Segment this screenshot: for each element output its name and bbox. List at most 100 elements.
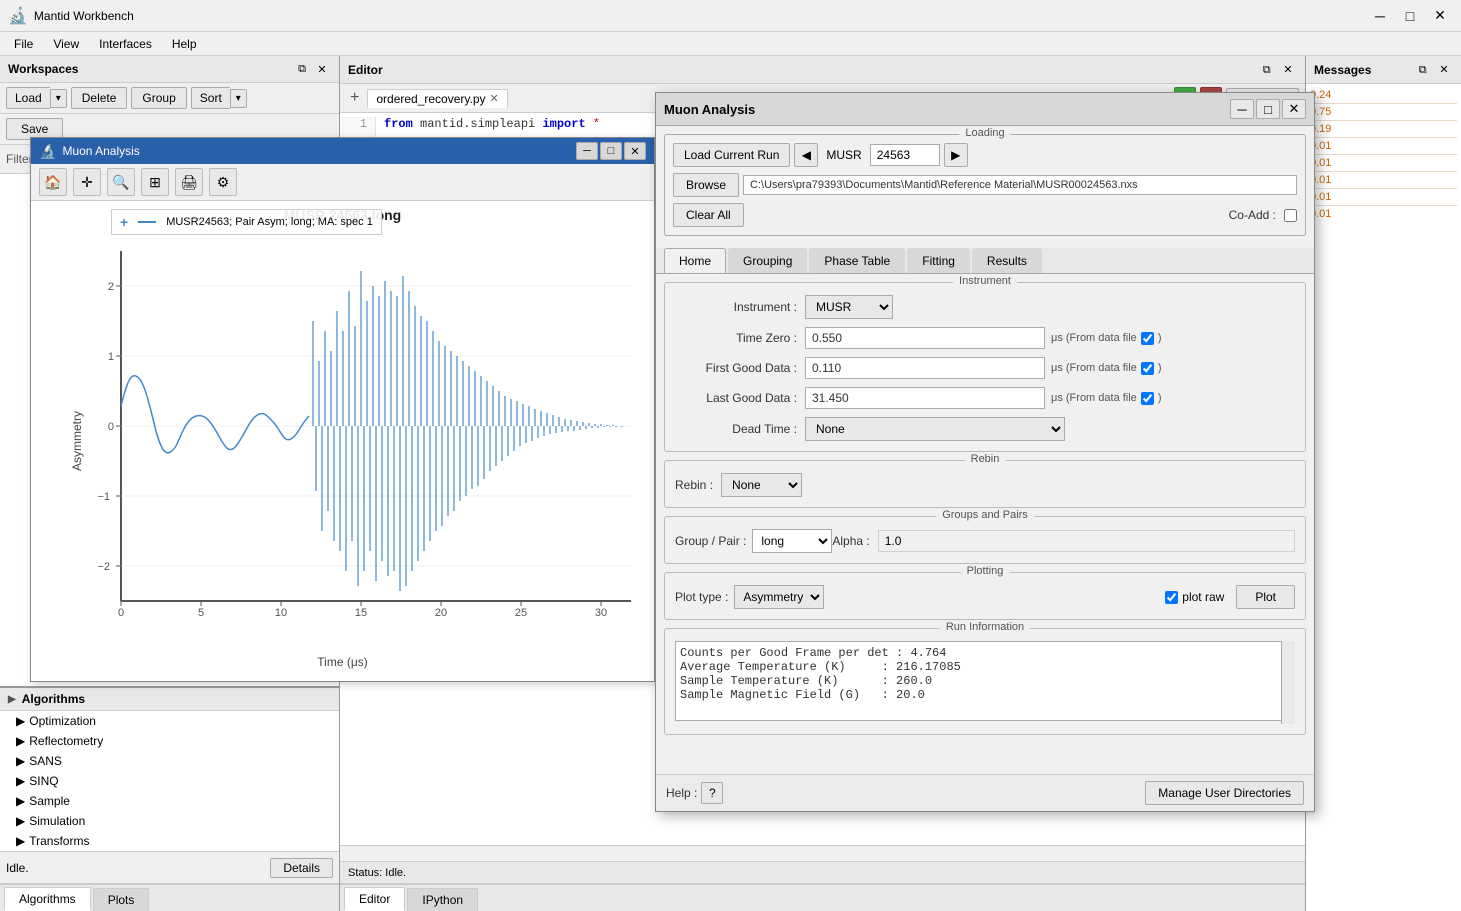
ws-close-btn[interactable]: ✕ [313,60,331,78]
zoom-tool-btn[interactable]: 🖨 [175,168,203,196]
browse-btn[interactable]: Browse [673,173,739,197]
algo-item-sans[interactable]: ▶ SANS [0,751,339,771]
menu-view[interactable]: View [43,35,89,53]
dtab-phase-table[interactable]: Phase Table [809,248,905,273]
sort-dropdown[interactable]: Sort ▾ [191,87,247,109]
editor-hscrollbar[interactable] [340,845,1305,861]
app-titlebar: 🔬 Mantid Workbench ─ □ ✕ [0,0,1461,32]
algo-item-optimization[interactable]: ▶ Optimization [0,711,339,731]
time-zero-check[interactable] [1141,332,1154,345]
editor-close-btn[interactable]: ✕ [1279,60,1297,78]
rebin-section: Rebin Rebin : None [664,460,1306,508]
algo-item-transforms[interactable]: ▶ Transforms [0,831,339,851]
manage-dirs-btn[interactable]: Manage User Directories [1145,781,1304,805]
algo-header[interactable]: ▶ Algorithms [0,688,339,711]
editor-status-bar: Status: Idle. [340,861,1305,883]
minimize-btn[interactable]: ─ [1367,6,1393,26]
delete-btn[interactable]: Delete [71,87,128,109]
last-good-check[interactable] [1141,392,1154,405]
coadd-checkbox[interactable] [1284,209,1297,222]
gp-select[interactable]: long [752,529,832,553]
load-current-run-btn[interactable]: Load Current Run [673,143,790,167]
time-zero-input[interactable] [805,327,1045,349]
muon-close-btn[interactable]: ✕ [624,142,646,160]
algo-arrow-reflectometry: ▶ [16,734,25,748]
run-info-scrollbar[interactable] [1281,641,1295,724]
muon-minimize-btn[interactable]: ─ [576,142,598,160]
svg-text:2: 2 [108,281,114,293]
algo-arrow-sinq: ▶ [16,774,25,788]
help-btn[interactable]: ? [701,782,723,804]
menu-help[interactable]: Help [162,35,207,53]
nav-back-btn[interactable]: ◀ [794,143,818,167]
sort-arrow-btn[interactable]: ▾ [230,89,247,108]
first-good-input[interactable] [805,357,1045,379]
load-btn[interactable]: Load [6,87,50,109]
run-info-section: Run Information Counts per Good Frame pe… [664,628,1306,735]
muon-plot-window: 🔬 Muon Analysis ─ □ ✕ 🏠 ✛ 🔍 ⊞ 🖨 ⚙ MUSR 2… [30,137,655,682]
plot-raw-checkbox[interactable] [1165,591,1178,604]
rebin-label: Rebin : [675,478,713,492]
algo-item-sinq[interactable]: ▶ SINQ [0,771,339,791]
add-tab-btn[interactable]: + [346,89,363,107]
editor-undock-btn[interactable]: ⧉ [1258,61,1276,79]
close-tab-icon-0[interactable]: ✕ [490,92,499,105]
svg-text:−1: −1 [97,491,110,503]
ws-undock-btn[interactable]: ⧉ [293,60,311,78]
messages-panel: Messages ⧉ ✕ 0.24 0.75 0.19 0.01 0.01 0.… [1306,56,1461,911]
workspaces-title: Workspaces [8,62,78,76]
msg-val-1: 0.75 [1310,105,1457,119]
dialog-maximize-btn[interactable]: □ [1256,99,1280,119]
rebin-select[interactable]: None [721,473,802,497]
group-btn[interactable]: Group [131,87,186,109]
run-number-input[interactable] [870,144,940,166]
load-dropdown[interactable]: Load ▾ [6,87,67,109]
back-tool-btn[interactable]: ✛ [73,168,101,196]
load-arrow-btn[interactable]: ▾ [50,89,67,108]
plot-btn[interactable]: Plot [1236,585,1295,609]
muon-maximize-btn[interactable]: □ [600,142,622,160]
instrument-select[interactable]: MUSR [805,295,893,319]
dtab-grouping[interactable]: Grouping [728,248,807,273]
first-good-check[interactable] [1141,362,1154,375]
msg-undock-btn[interactable]: ⧉ [1414,61,1432,79]
first-good-row: First Good Data : μs (From data file ) [675,357,1295,379]
msg-close-btn[interactable]: ✕ [1435,60,1453,78]
tab-algorithms[interactable]: Algorithms [4,887,91,911]
dtab-home[interactable]: Home [664,248,726,273]
algo-title: Algorithms [22,692,85,706]
algo-item-simulation[interactable]: ▶ Simulation [0,811,339,831]
ws-toolbar: Load ▾ Delete Group Sort ▾ [0,83,339,114]
dead-time-select[interactable]: None [805,417,1065,441]
details-btn[interactable]: Details [270,858,333,878]
tab-ipython[interactable]: IPython [407,888,478,911]
forward-tool-btn[interactable]: 🔍 [107,168,135,196]
pan-tool-btn[interactable]: ⊞ [141,168,169,196]
alpha-input[interactable] [878,530,1295,552]
plot-type-select[interactable]: Asymmetry [734,585,824,609]
clear-all-btn[interactable]: Clear All [673,203,744,227]
time-zero-label: Time Zero : [675,331,805,345]
menu-file[interactable]: File [4,35,43,53]
algo-item-reflectometry[interactable]: ▶ Reflectometry [0,731,339,751]
maximize-btn[interactable]: □ [1397,6,1423,26]
sort-btn[interactable]: Sort [191,87,230,109]
algo-list: ▶ Optimization ▶ Reflectometry ▶ SANS ▶ … [0,711,339,851]
dtab-fitting[interactable]: Fitting [907,248,970,273]
home-tool-btn[interactable]: 🏠 [39,168,67,196]
last-good-input[interactable] [805,387,1045,409]
dialog-minimize-btn[interactable]: ─ [1230,99,1254,119]
nav-fwd-btn[interactable]: ▶ [944,143,968,167]
tab-editor[interactable]: Editor [344,887,405,911]
close-btn[interactable]: ✕ [1427,6,1453,26]
rebin-section-legend: Rebin [965,453,1006,465]
editor-tab-0[interactable]: ordered_recovery.py ✕ [367,89,507,108]
config-tool-btn[interactable]: ⚙ [209,168,237,196]
menu-interfaces[interactable]: Interfaces [89,35,162,53]
tab-plots[interactable]: Plots [93,888,150,911]
dtab-results[interactable]: Results [972,248,1042,273]
algo-item-sample[interactable]: ▶ Sample [0,791,339,811]
run-info-textarea[interactable]: Counts per Good Frame per det : 4.764 Av… [675,641,1295,721]
dialog-close-btn[interactable]: ✕ [1282,99,1306,119]
muon-plot-title: Muon Analysis [62,144,139,158]
